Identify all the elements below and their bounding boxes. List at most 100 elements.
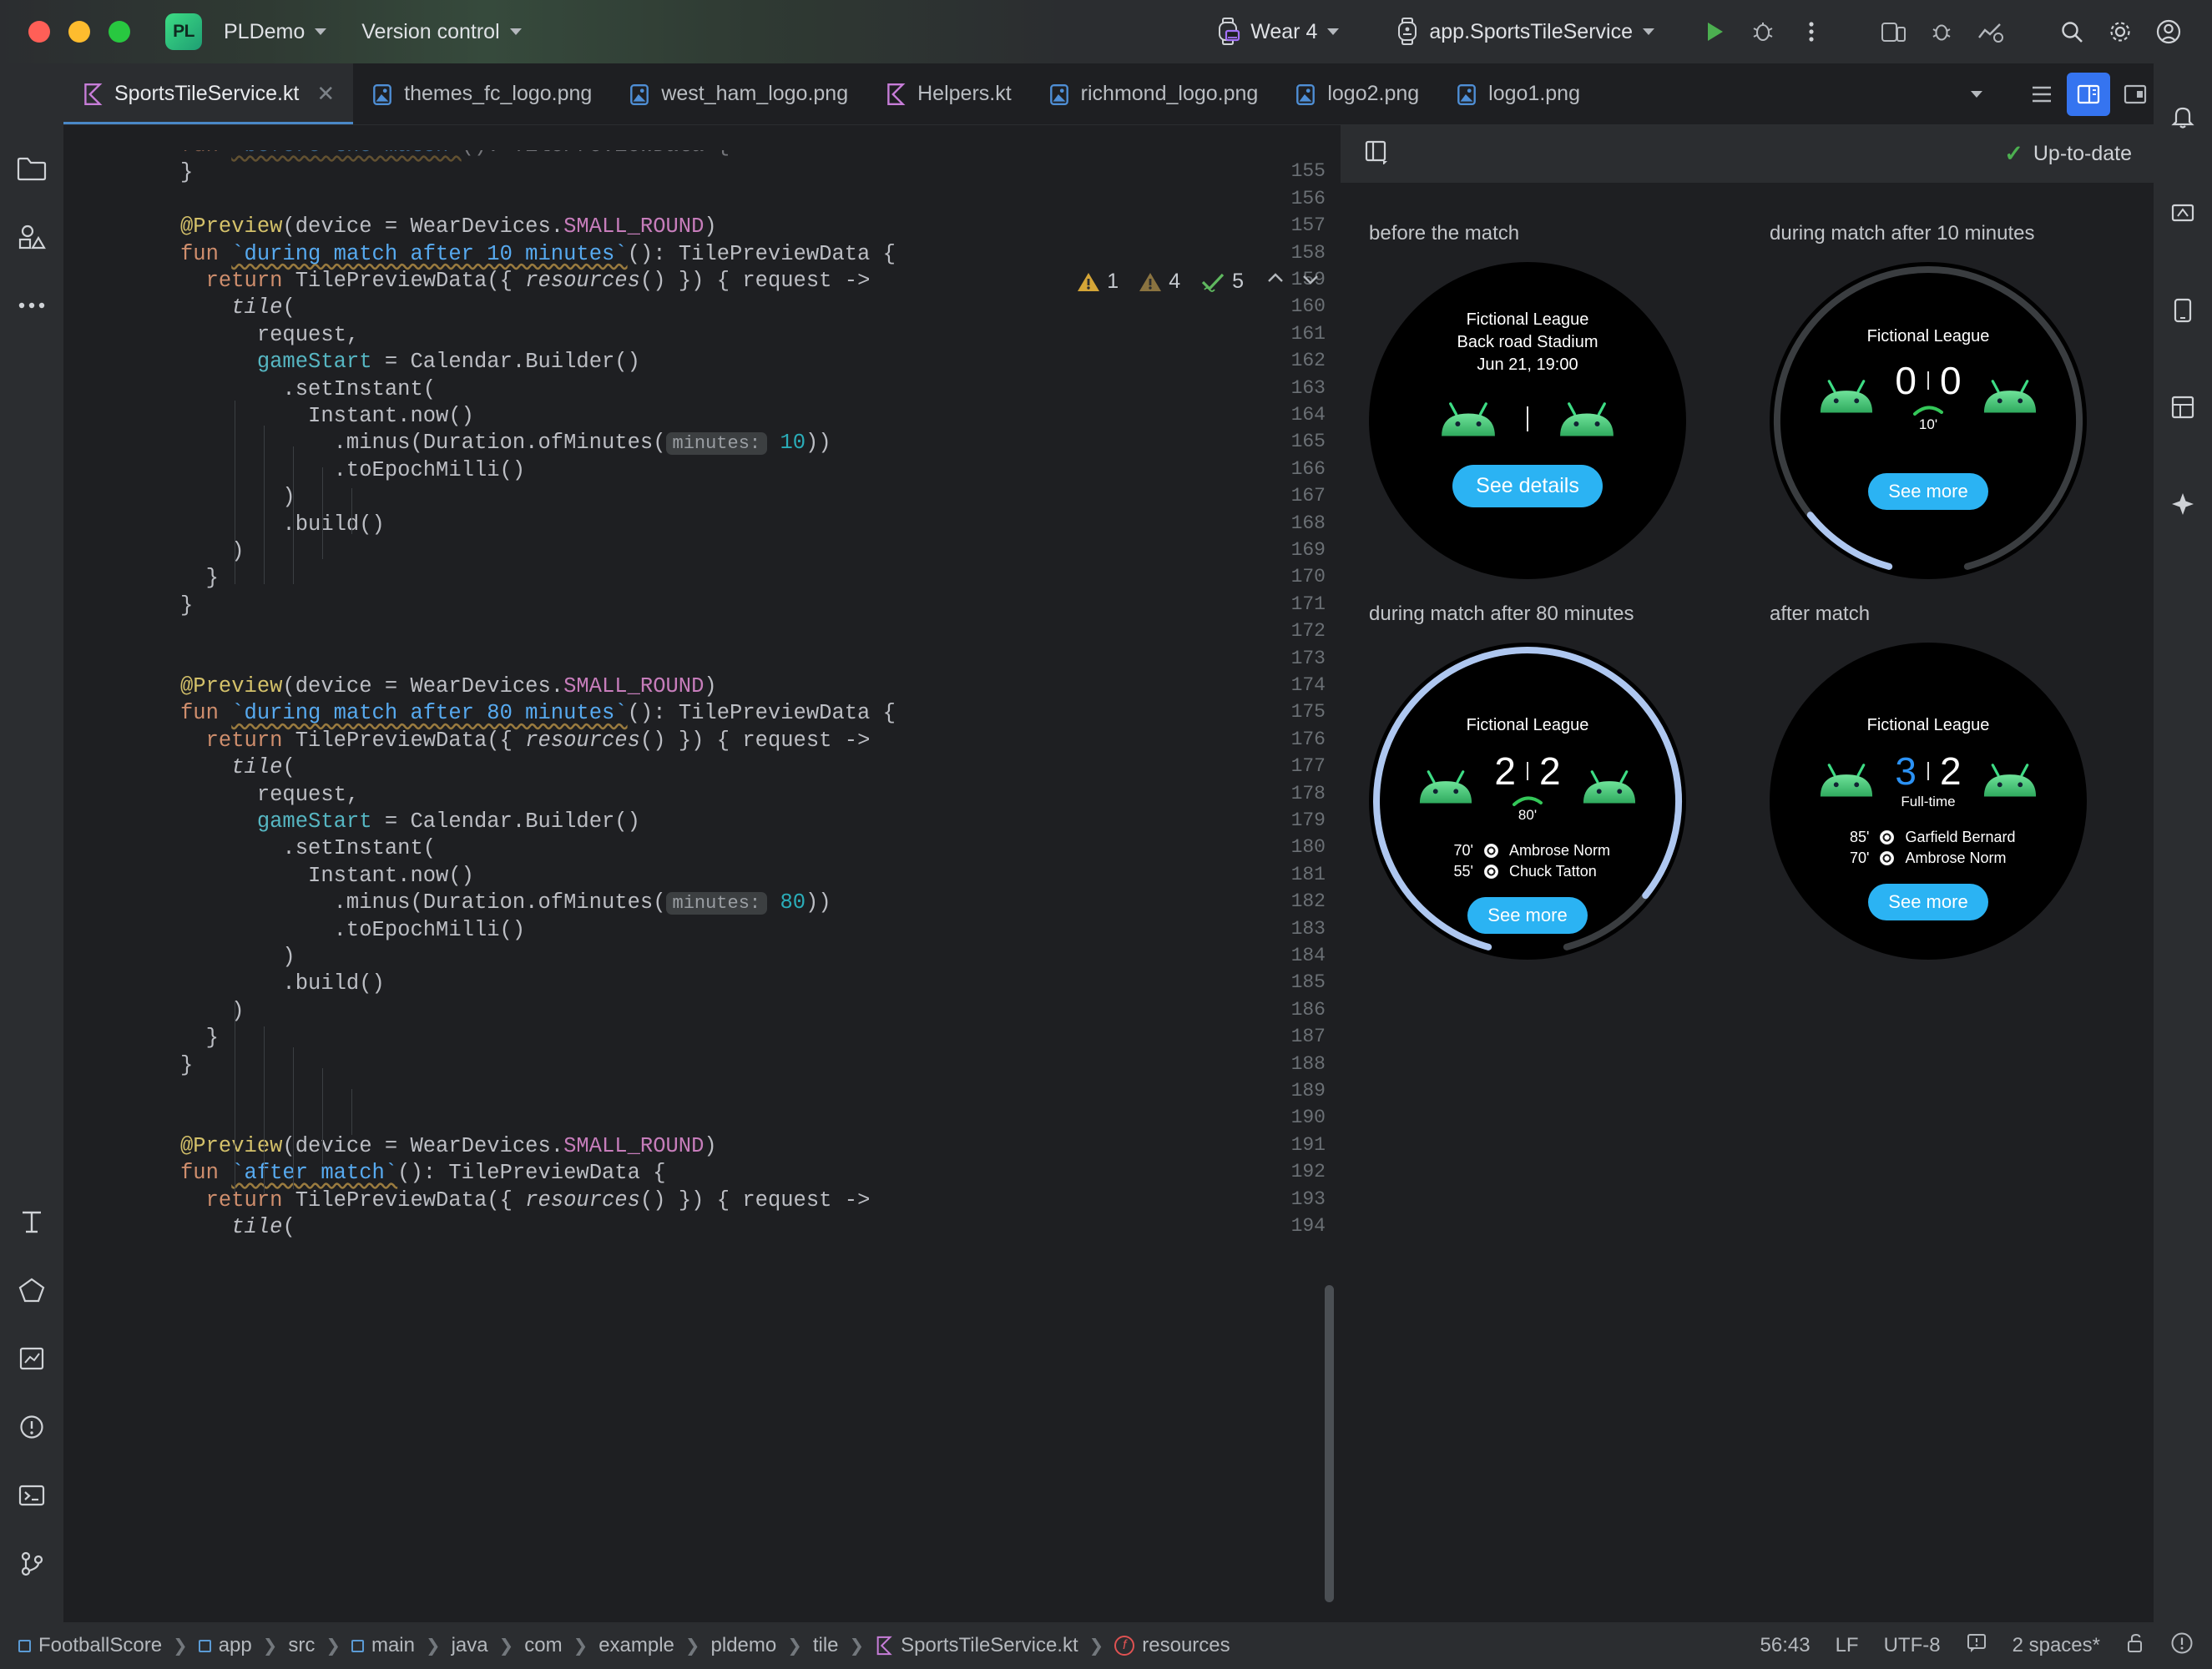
project-selector[interactable]: PLDemo [214, 13, 336, 51]
notifications-status-icon[interactable] [2170, 1631, 2194, 1661]
code-line[interactable]: .setInstant( [180, 377, 436, 401]
window-controls[interactable] [28, 21, 130, 43]
build-variants-icon[interactable] [8, 1335, 55, 1382]
editor-vertical-scrollbar[interactable] [1325, 1285, 1334, 1602]
code-line[interactable]: tile( [180, 755, 295, 779]
debugger-panel-button[interactable] [1920, 10, 1963, 53]
breadcrumb-item[interactable]: com [524, 1634, 562, 1657]
breadcrumb-item[interactable]: app [198, 1634, 252, 1657]
editor-tab-logo2-png[interactable]: logo2.png [1276, 63, 1437, 124]
code-line[interactable]: ) [180, 945, 295, 969]
breadcrumb-item[interactable]: tile [813, 1634, 839, 1657]
maximize-window-button[interactable] [109, 21, 130, 43]
warning-count-secondary[interactable]: 4 [1139, 270, 1180, 294]
version-control-menu[interactable]: Version control [351, 13, 531, 51]
preview-status[interactable]: ✓ Up-to-date [2004, 141, 2132, 167]
structure-icon[interactable] [8, 1198, 55, 1245]
breadcrumb-item[interactable]: java [452, 1634, 488, 1657]
code-line[interactable]: .build() [180, 512, 384, 537]
code-line[interactable]: fun `during match after 10 minutes`(): T… [180, 242, 896, 266]
lock-icon[interactable] [2125, 1632, 2145, 1660]
breadcrumb-item[interactable]: example [598, 1634, 674, 1657]
run-configuration-selector[interactable]: app.SportsTileService [1386, 13, 1664, 51]
code-line[interactable]: .minus(Duration.ofMinutes(minutes: 10)) [180, 431, 831, 456]
device-selector[interactable]: Wear 4 [1205, 13, 1349, 51]
file-encoding[interactable]: UTF-8 [1884, 1634, 1941, 1657]
breadcrumb-item[interactable]: FootballScore [18, 1634, 162, 1657]
wear-tile-preview[interactable]: Fictional League 2 2 80' 70' Ambrose Nor… [1369, 643, 1686, 960]
code-line[interactable]: .toEpochMilli() [180, 918, 526, 942]
warning-count-primary[interactable]: 1 [1077, 270, 1119, 294]
code-line[interactable]: gameStart = Calendar.Builder() [180, 350, 640, 374]
code-line[interactable]: } [180, 566, 219, 590]
indent-setting[interactable]: 2 spaces* [2013, 1634, 2100, 1657]
account-icon[interactable] [2147, 10, 2190, 53]
code-line[interactable]: .toEpochMilli() [180, 458, 526, 482]
see-details-button[interactable]: See details [1452, 464, 1603, 507]
preview-layout-button[interactable] [1362, 138, 1389, 170]
line-separator[interactable]: LF [1836, 1634, 1859, 1657]
code-line[interactable]: .minus(Duration.ofMinutes(minutes: 80)) [180, 890, 831, 915]
code-line[interactable]: @Preview(device = WearDevices.SMALL_ROUN… [180, 214, 717, 239]
minimize-window-button[interactable] [68, 21, 90, 43]
code-line[interactable]: ) [180, 485, 295, 509]
code-line[interactable]: Instant.now() [180, 404, 474, 428]
gemini-icon[interactable] [8, 1267, 55, 1314]
caret-position[interactable]: 56:43 [1760, 1634, 1811, 1657]
code-line[interactable]: } [180, 1053, 193, 1077]
breadcrumb-item[interactable]: main [351, 1634, 415, 1657]
device-manager-button[interactable] [1871, 10, 1915, 53]
tab-overflow-chevron-icon[interactable] [1955, 73, 1998, 116]
inspection-mode-icon[interactable] [1966, 1632, 1987, 1660]
code-line[interactable]: .setInstant( [180, 836, 436, 860]
design-view-button[interactable] [2114, 73, 2157, 116]
code-line[interactable]: request, [180, 783, 359, 807]
notifications-icon[interactable] [2159, 93, 2206, 140]
breadcrumb-item[interactable]: SportsTileService.kt [875, 1634, 1078, 1657]
inspection-widget[interactable]: 1 4 5 [1077, 269, 1321, 295]
version-control-branch-icon[interactable] [8, 1540, 55, 1587]
previous-problem-button[interactable] [1265, 269, 1285, 295]
code-line[interactable]: @Preview(device = WearDevices.SMALL_ROUN… [180, 674, 717, 698]
code-editor[interactable]: 142fun `before the match`(): TilePreview… [63, 125, 1341, 1622]
terminal-icon[interactable] [8, 1472, 55, 1519]
editor-tab-sportstileservice-kt[interactable]: SportsTileService.kt ✕ [63, 63, 354, 124]
view-code-button[interactable] [2020, 73, 2063, 116]
close-tab-button[interactable]: ✕ [316, 81, 335, 107]
breadcrumb-item[interactable]: src [288, 1634, 315, 1657]
editor-tab-west-ham-logo-png[interactable]: west_ham_logo.png [610, 63, 866, 124]
gear-icon[interactable] [2098, 10, 2142, 53]
resource-manager-icon[interactable] [8, 214, 55, 260]
code-line[interactable]: return TilePreviewData({ resources() }) … [180, 1188, 871, 1213]
code-line[interactable]: } [180, 1026, 219, 1050]
inspection-check-count[interactable]: 5 [1200, 270, 1244, 294]
run-button[interactable] [1693, 10, 1736, 53]
see-more-button[interactable]: See more [1868, 473, 1988, 510]
problems-icon[interactable] [8, 1404, 55, 1450]
code-line[interactable]: } [180, 593, 193, 618]
project-view-icon[interactable] [8, 145, 55, 192]
close-window-button[interactable] [28, 21, 50, 43]
editor-tab-richmond-logo-png[interactable]: richmond_logo.png [1030, 63, 1277, 124]
more-actions-button[interactable] [1790, 10, 1833, 53]
wear-tile-preview[interactable]: Fictional League Back road Stadium Jun 2… [1369, 262, 1686, 579]
editor-tab-helpers-kt[interactable]: Helpers.kt [866, 63, 1030, 124]
code-line[interactable]: @Preview(device = WearDevices.SMALL_ROUN… [180, 1134, 717, 1158]
breadcrumb-item[interactable]: f resources [1114, 1634, 1230, 1657]
next-problem-button[interactable] [1300, 269, 1321, 295]
code-line[interactable]: Instant.now() [180, 864, 474, 888]
see-more-button[interactable]: See more [1467, 897, 1588, 934]
see-more-button[interactable]: See more [1868, 884, 1988, 920]
code-line[interactable]: gameStart = Calendar.Builder() [180, 809, 640, 834]
split-view-button[interactable] [2067, 72, 2110, 116]
code-line[interactable]: fun `after match`(): TilePreviewData { [180, 1161, 666, 1185]
more-tool-windows-icon[interactable] [8, 282, 55, 329]
code-content[interactable]: 142fun `before the match`(): TilePreview… [63, 125, 1341, 1622]
editor-tab-themes-fc-logo-png[interactable]: themes_fc_logo.png [353, 63, 610, 124]
profiler-button[interactable] [1968, 10, 2012, 53]
wear-tile-preview[interactable]: Fictional League 0 0 10' See more [1770, 262, 2087, 579]
editor-tab-logo1-png[interactable]: logo1.png [1437, 63, 1598, 124]
code-line[interactable]: return TilePreviewData({ resources() }) … [180, 729, 871, 753]
code-line[interactable]: fun `during match after 80 minutes`(): T… [180, 701, 896, 725]
code-line[interactable]: } [180, 160, 193, 184]
